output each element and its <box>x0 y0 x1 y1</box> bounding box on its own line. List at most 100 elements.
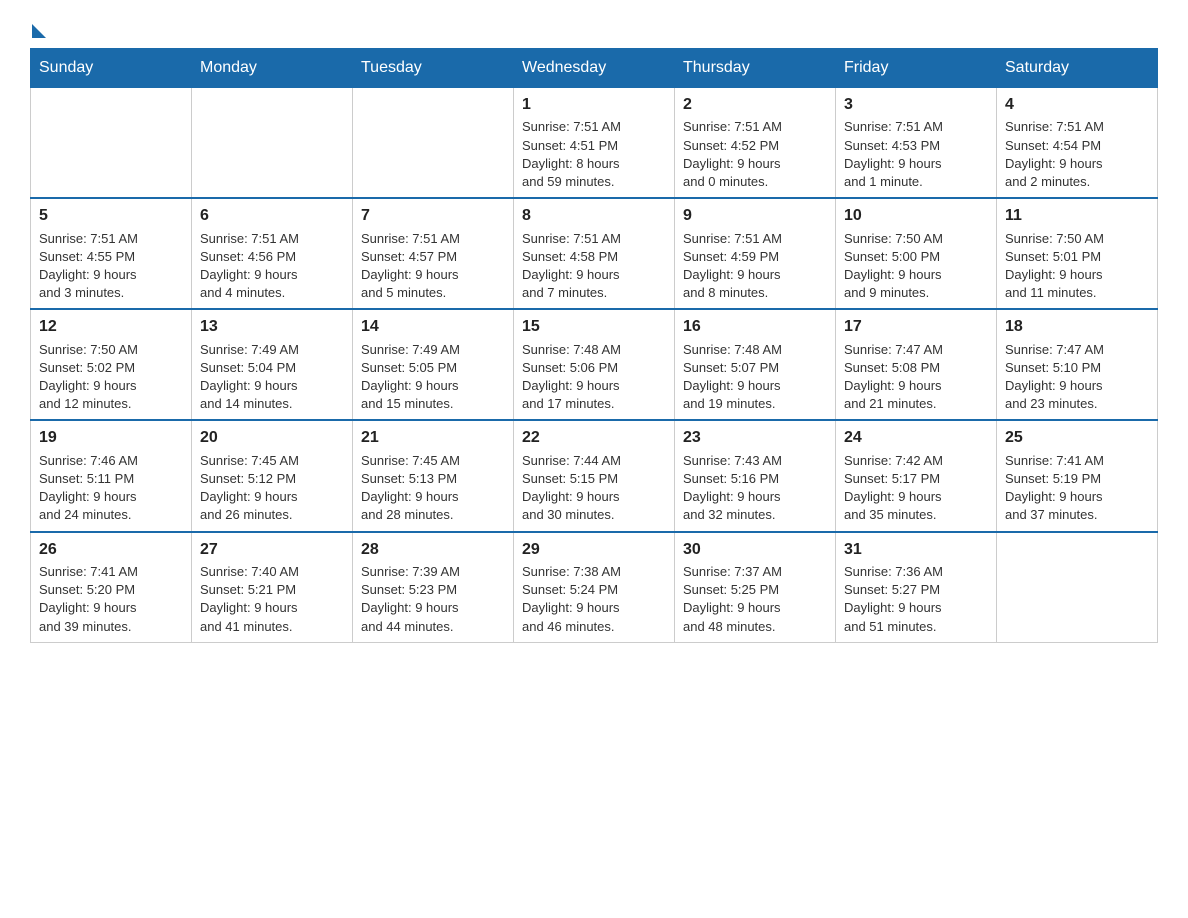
day-number: 19 <box>39 427 183 449</box>
calendar-day-cell: 31Sunrise: 7:36 AM Sunset: 5:27 PM Dayli… <box>836 532 997 643</box>
calendar-day-cell: 28Sunrise: 7:39 AM Sunset: 5:23 PM Dayli… <box>353 532 514 643</box>
sun-info: Sunrise: 7:43 AM Sunset: 5:16 PM Dayligh… <box>683 452 827 525</box>
calendar-day-cell <box>353 88 514 199</box>
day-number: 13 <box>200 316 344 338</box>
day-number: 24 <box>844 427 988 449</box>
sun-info: Sunrise: 7:51 AM Sunset: 4:56 PM Dayligh… <box>200 230 344 303</box>
day-number: 21 <box>361 427 505 449</box>
calendar-day-cell: 2Sunrise: 7:51 AM Sunset: 4:52 PM Daylig… <box>675 88 836 199</box>
sun-info: Sunrise: 7:50 AM Sunset: 5:01 PM Dayligh… <box>1005 230 1149 303</box>
day-number: 23 <box>683 427 827 449</box>
sun-info: Sunrise: 7:51 AM Sunset: 4:58 PM Dayligh… <box>522 230 666 303</box>
sun-info: Sunrise: 7:51 AM Sunset: 4:52 PM Dayligh… <box>683 118 827 191</box>
weekday-header-row: SundayMondayTuesdayWednesdayThursdayFrid… <box>31 49 1158 88</box>
day-number: 30 <box>683 539 827 561</box>
logo-triangle-icon <box>32 24 46 38</box>
calendar-table: SundayMondayTuesdayWednesdayThursdayFrid… <box>30 48 1158 643</box>
calendar-day-cell: 5 Sunrise: 7:51 AM Sunset: 4:55 PM Daylig… <box>31 198 192 309</box>
day-number: 5 <box>39 205 183 227</box>
calendar-day-cell: 26Sunrise: 7:41 AM Sunset: 5:20 PM Dayli… <box>31 532 192 643</box>
calendar-day-cell: 22Sunrise: 7:44 AM Sunset: 5:15 PM Dayli… <box>514 420 675 531</box>
day-number: 26 <box>39 539 183 561</box>
day-number: 25 <box>1005 427 1149 449</box>
calendar-week-row: 1Sunrise: 7:51 AM Sunset: 4:51 PM Daylig… <box>31 88 1158 199</box>
calendar-day-cell: 12 Sunrise: 7:50 AM Sunset: 5:02 PM Dayli… <box>31 309 192 420</box>
sun-info: Sunrise: 7:47 AM Sunset: 5:10 PM Dayligh… <box>1005 341 1149 414</box>
day-number: 27 <box>200 539 344 561</box>
calendar-day-cell: 23 Sunrise: 7:43 AM Sunset: 5:16 PM Dayli… <box>675 420 836 531</box>
calendar-day-cell: 10Sunrise: 7:50 AM Sunset: 5:00 PM Dayli… <box>836 198 997 309</box>
calendar-day-cell: 11 Sunrise: 7:50 AM Sunset: 5:01 PM Dayli… <box>997 198 1158 309</box>
day-number: 14 <box>361 316 505 338</box>
weekday-header-sunday: Sunday <box>31 49 192 88</box>
weekday-header-monday: Monday <box>192 49 353 88</box>
calendar-day-cell: 1Sunrise: 7:51 AM Sunset: 4:51 PM Daylig… <box>514 88 675 199</box>
calendar-day-cell: 17 Sunrise: 7:47 AM Sunset: 5:08 PM Dayli… <box>836 309 997 420</box>
calendar-day-cell: 18Sunrise: 7:47 AM Sunset: 5:10 PM Dayli… <box>997 309 1158 420</box>
logo <box>30 20 46 38</box>
calendar-week-row: 26Sunrise: 7:41 AM Sunset: 5:20 PM Dayli… <box>31 532 1158 643</box>
calendar-day-cell: 7 Sunrise: 7:51 AM Sunset: 4:57 PM Daylig… <box>353 198 514 309</box>
day-number: 15 <box>522 316 666 338</box>
weekday-header-tuesday: Tuesday <box>353 49 514 88</box>
day-number: 16 <box>683 316 827 338</box>
day-number: 3 <box>844 94 988 116</box>
weekday-header-wednesday: Wednesday <box>514 49 675 88</box>
sun-info: Sunrise: 7:51 AM Sunset: 4:51 PM Dayligh… <box>522 118 666 191</box>
calendar-day-cell: 13Sunrise: 7:49 AM Sunset: 5:04 PM Dayli… <box>192 309 353 420</box>
day-number: 9 <box>683 205 827 227</box>
sun-info: Sunrise: 7:51 AM Sunset: 4:57 PM Dayligh… <box>361 230 505 303</box>
sun-info: Sunrise: 7:45 AM Sunset: 5:12 PM Dayligh… <box>200 452 344 525</box>
calendar-day-cell: 14 Sunrise: 7:49 AM Sunset: 5:05 PM Dayli… <box>353 309 514 420</box>
day-number: 7 <box>361 205 505 227</box>
calendar-day-cell: 29Sunrise: 7:38 AM Sunset: 5:24 PM Dayli… <box>514 532 675 643</box>
sun-info: Sunrise: 7:42 AM Sunset: 5:17 PM Dayligh… <box>844 452 988 525</box>
calendar-week-row: 5 Sunrise: 7:51 AM Sunset: 4:55 PM Daylig… <box>31 198 1158 309</box>
calendar-day-cell: 8Sunrise: 7:51 AM Sunset: 4:58 PM Daylig… <box>514 198 675 309</box>
sun-info: Sunrise: 7:51 AM Sunset: 4:54 PM Dayligh… <box>1005 118 1149 191</box>
calendar-day-cell <box>192 88 353 199</box>
day-number: 20 <box>200 427 344 449</box>
calendar-day-cell: 4Sunrise: 7:51 AM Sunset: 4:54 PM Daylig… <box>997 88 1158 199</box>
calendar-day-cell: 21Sunrise: 7:45 AM Sunset: 5:13 PM Dayli… <box>353 420 514 531</box>
calendar-day-cell <box>997 532 1158 643</box>
day-number: 17 <box>844 316 988 338</box>
weekday-header-thursday: Thursday <box>675 49 836 88</box>
sun-info: Sunrise: 7:51 AM Sunset: 4:59 PM Dayligh… <box>683 230 827 303</box>
calendar-day-cell: 6 Sunrise: 7:51 AM Sunset: 4:56 PM Daylig… <box>192 198 353 309</box>
sun-info: Sunrise: 7:48 AM Sunset: 5:07 PM Dayligh… <box>683 341 827 414</box>
sun-info: Sunrise: 7:47 AM Sunset: 5:08 PM Dayligh… <box>844 341 988 414</box>
sun-info: Sunrise: 7:49 AM Sunset: 5:05 PM Dayligh… <box>361 341 505 414</box>
day-number: 29 <box>522 539 666 561</box>
sun-info: Sunrise: 7:51 AM Sunset: 4:53 PM Dayligh… <box>844 118 988 191</box>
sun-info: Sunrise: 7:46 AM Sunset: 5:11 PM Dayligh… <box>39 452 183 525</box>
calendar-week-row: 12 Sunrise: 7:50 AM Sunset: 5:02 PM Dayli… <box>31 309 1158 420</box>
calendar-day-cell: 24 Sunrise: 7:42 AM Sunset: 5:17 PM Dayli… <box>836 420 997 531</box>
sun-info: Sunrise: 7:38 AM Sunset: 5:24 PM Dayligh… <box>522 563 666 636</box>
day-number: 6 <box>200 205 344 227</box>
day-number: 4 <box>1005 94 1149 116</box>
calendar-day-cell: 15 Sunrise: 7:48 AM Sunset: 5:06 PM Dayli… <box>514 309 675 420</box>
day-number: 12 <box>39 316 183 338</box>
sun-info: Sunrise: 7:51 AM Sunset: 4:55 PM Dayligh… <box>39 230 183 303</box>
day-number: 2 <box>683 94 827 116</box>
day-number: 22 <box>522 427 666 449</box>
sun-info: Sunrise: 7:37 AM Sunset: 5:25 PM Dayligh… <box>683 563 827 636</box>
sun-info: Sunrise: 7:50 AM Sunset: 5:02 PM Dayligh… <box>39 341 183 414</box>
weekday-header-saturday: Saturday <box>997 49 1158 88</box>
sun-info: Sunrise: 7:48 AM Sunset: 5:06 PM Dayligh… <box>522 341 666 414</box>
weekday-header-friday: Friday <box>836 49 997 88</box>
sun-info: Sunrise: 7:41 AM Sunset: 5:19 PM Dayligh… <box>1005 452 1149 525</box>
sun-info: Sunrise: 7:50 AM Sunset: 5:00 PM Dayligh… <box>844 230 988 303</box>
day-number: 11 <box>1005 205 1149 227</box>
calendar-day-cell: 25 Sunrise: 7:41 AM Sunset: 5:19 PM Dayli… <box>997 420 1158 531</box>
sun-info: Sunrise: 7:41 AM Sunset: 5:20 PM Dayligh… <box>39 563 183 636</box>
calendar-day-cell: 16 Sunrise: 7:48 AM Sunset: 5:07 PM Dayli… <box>675 309 836 420</box>
day-number: 31 <box>844 539 988 561</box>
sun-info: Sunrise: 7:36 AM Sunset: 5:27 PM Dayligh… <box>844 563 988 636</box>
day-number: 1 <box>522 94 666 116</box>
calendar-day-cell: 27Sunrise: 7:40 AM Sunset: 5:21 PM Dayli… <box>192 532 353 643</box>
calendar-day-cell: 3Sunrise: 7:51 AM Sunset: 4:53 PM Daylig… <box>836 88 997 199</box>
calendar-day-cell: 19 Sunrise: 7:46 AM Sunset: 5:11 PM Dayli… <box>31 420 192 531</box>
day-number: 28 <box>361 539 505 561</box>
